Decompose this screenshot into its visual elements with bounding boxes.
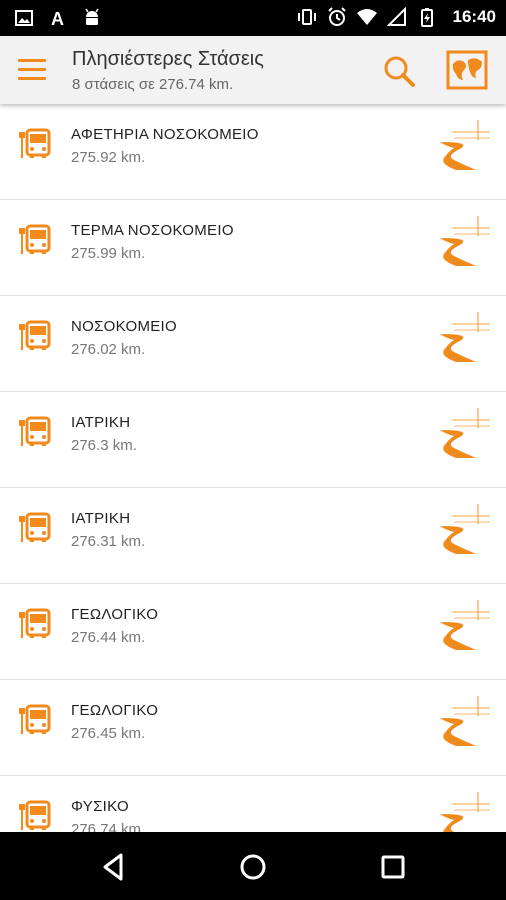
hamburger-icon	[18, 59, 46, 62]
stop-distance: 276.44 km.	[71, 629, 146, 646]
bus-stop-icon	[18, 318, 52, 352]
bus-stop-icon	[18, 126, 52, 160]
stop-name: ΓΕΩΛΟΓΙΚΟ	[71, 606, 159, 623]
page-title: Πλησιέστερες Στάσεις	[72, 48, 264, 70]
stop-distance: 276.31 km.	[71, 533, 146, 550]
app-bar: Πλησιέστερες Στάσεις 8 στάσεις σε 276.74…	[0, 36, 506, 104]
recents-icon[interactable]	[376, 850, 410, 884]
navigation-bar	[0, 832, 506, 900]
wifi-icon	[356, 9, 377, 25]
stop-name: ΦΥΣΙΚΟ	[71, 798, 129, 815]
stop-distance: 276.02 km.	[71, 341, 146, 358]
vibrate-icon	[297, 9, 316, 25]
route-icon[interactable]	[432, 310, 492, 366]
bus-stop-icon	[18, 510, 52, 544]
route-icon[interactable]	[432, 406, 492, 462]
image-icon	[15, 10, 33, 26]
status-bar: A 16:40	[0, 0, 506, 36]
stop-list-item[interactable]: ΤΕΡΜΑ ΝΟΣΟΚΟΜΕΙΟ 275.99 km.	[0, 200, 506, 296]
stop-name: ΓΕΩΛΟΓΙΚΟ	[71, 702, 159, 719]
stop-name: ΑΦΕΤΗΡΙΑ ΝΟΣΟΚΟΜΕΙΟ	[71, 126, 259, 143]
stop-name: ΙΑΤΡΙΚΗ	[71, 510, 131, 527]
bus-stop-icon	[18, 414, 52, 448]
route-icon[interactable]	[432, 694, 492, 750]
stop-name: ΙΑΤΡΙΚΗ	[71, 414, 131, 431]
stop-list-item[interactable]: ΑΦΕΤΗΡΙΑ ΝΟΣΟΚΟΜΕΙΟ 275.92 km.	[0, 104, 506, 200]
route-icon[interactable]	[432, 502, 492, 558]
route-icon[interactable]	[432, 598, 492, 654]
battery-icon	[420, 8, 433, 27]
stop-distance: 276.3 km.	[71, 437, 137, 454]
route-icon[interactable]	[432, 790, 492, 832]
android-icon	[85, 8, 99, 25]
signal-icon	[386, 7, 406, 26]
back-icon[interactable]	[96, 850, 130, 884]
clock: 16:40	[452, 7, 496, 26]
stop-list-item[interactable]: ΓΕΩΛΟΓΙΚΟ 276.44 km.	[0, 584, 506, 680]
stop-list: ΑΦΕΤΗΡΙΑ ΝΟΣΟΚΟΜΕΙΟ 275.92 km. ΤΕΡΜΑ ΝΟΣΟΚ…	[0, 104, 506, 832]
stop-list-item[interactable]: ΙΑΤΡΙΚΗ 276.31 km.	[0, 488, 506, 584]
stop-list-item[interactable]: ΝΟΣΟΚΟΜΕΙΟ 276.02 km.	[0, 296, 506, 392]
stop-name: ΝΟΣΟΚΟΜΕΙΟ	[71, 318, 177, 335]
svg-text:A: A	[51, 9, 64, 28]
bus-stop-icon	[18, 222, 52, 256]
bus-stop-icon	[18, 606, 52, 640]
route-icon[interactable]	[432, 118, 492, 174]
map-icon[interactable]	[446, 50, 488, 90]
stop-distance: 276.74 km.	[71, 821, 146, 832]
stop-name: ΤΕΡΜΑ ΝΟΣΟΚΟΜΕΙΟ	[71, 222, 234, 239]
alarm-icon	[327, 7, 346, 26]
stop-list-item[interactable]: ΙΑΤΡΙΚΗ 276.3 km.	[0, 392, 506, 488]
bus-stop-icon	[18, 702, 52, 736]
stop-list-item[interactable]: ΓΕΩΛΟΓΙΚΟ 276.45 km.	[0, 680, 506, 776]
home-icon[interactable]	[236, 850, 270, 884]
stop-distance: 275.92 km.	[71, 149, 146, 166]
bus-stop-icon	[18, 798, 52, 832]
route-icon[interactable]	[432, 214, 492, 270]
menu-button[interactable]	[16, 56, 48, 84]
page-subtitle: 8 στάσεις σε 276.74 km.	[72, 76, 234, 93]
stop-distance: 275.99 km.	[71, 245, 146, 262]
a-icon: A	[51, 9, 64, 28]
stop-distance: 276.45 km.	[71, 725, 146, 742]
stop-list-item[interactable]: ΦΥΣΙΚΟ 276.74 km.	[0, 776, 506, 832]
search-icon[interactable]	[382, 54, 416, 88]
